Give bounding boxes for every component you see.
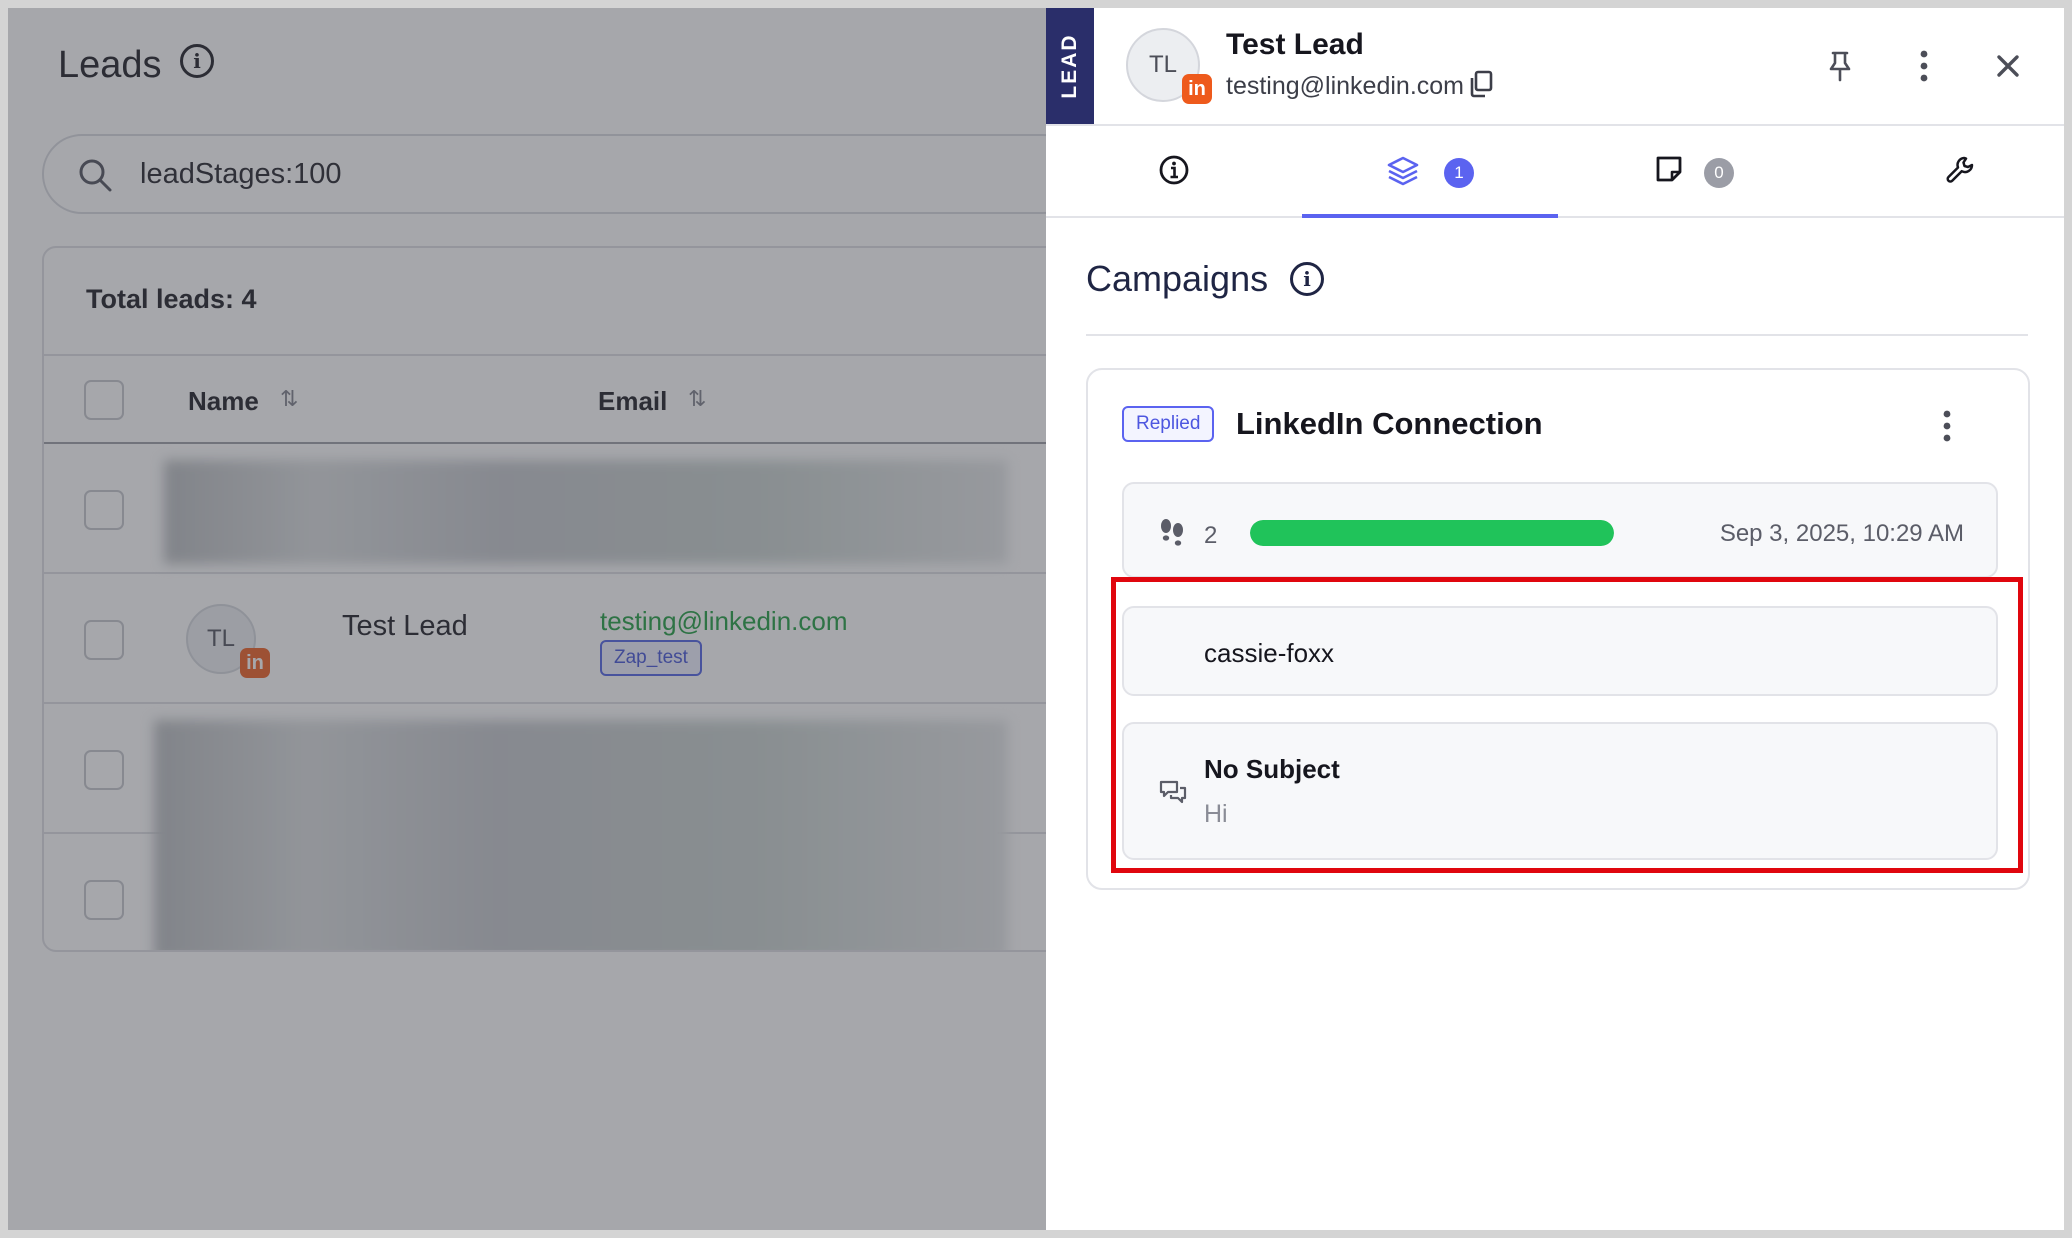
layers-icon xyxy=(1387,156,1419,186)
lead-type-strip: LEAD xyxy=(1046,8,1094,124)
tab-campaigns[interactable]: 1 xyxy=(1302,126,1558,218)
drawer-tabs: 1 0 xyxy=(1046,126,2064,218)
lead-name: Test Lead xyxy=(1226,28,1364,61)
progress-fill xyxy=(1250,520,1614,546)
footsteps-icon xyxy=(1161,519,1183,546)
close-icon[interactable] xyxy=(1990,48,2026,84)
section-title: Campaigns xyxy=(1086,258,1269,299)
lead-email: testing@linkedin.com xyxy=(1226,72,1464,100)
highlight-box xyxy=(1111,577,2023,873)
divider xyxy=(1086,334,2028,336)
tab-info[interactable] xyxy=(1046,126,1302,218)
campaign-name[interactable]: LinkedIn Connection xyxy=(1236,406,1543,442)
status-badge: Replied xyxy=(1122,406,1215,442)
strip-label: LEAD xyxy=(1058,33,1081,99)
linkedin-icon: in xyxy=(1182,74,1212,104)
app-frame: Leads i leadStages:100 Total leads: 4 Na… xyxy=(8,8,2064,1230)
copy-icon[interactable] xyxy=(1468,70,1494,98)
more-vertical-icon[interactable] xyxy=(1906,48,1942,84)
more-vertical-icon[interactable] xyxy=(1940,408,1954,444)
active-tab-indicator xyxy=(1302,214,1558,218)
tab-tools[interactable] xyxy=(1814,126,2064,218)
tab-notes[interactable]: 0 xyxy=(1558,126,1814,218)
modal-overlay[interactable] xyxy=(8,8,1046,1230)
note-icon xyxy=(1656,156,1682,182)
info-icon[interactable]: i xyxy=(1290,262,1324,296)
pin-icon[interactable] xyxy=(1822,48,1858,84)
campaign-progress-box: 2 Sep 3, 2025, 10:29 AM xyxy=(1122,482,1998,578)
step-count: 2 xyxy=(1204,522,1218,549)
campaign-count-badge: 1 xyxy=(1444,158,1474,188)
progress-bar xyxy=(1250,520,1614,546)
notes-count-badge: 0 xyxy=(1704,158,1734,188)
info-icon xyxy=(1159,155,1189,185)
wrench-icon xyxy=(1946,156,1974,183)
campaign-timestamp: Sep 3, 2025, 10:29 AM xyxy=(1719,520,1964,547)
